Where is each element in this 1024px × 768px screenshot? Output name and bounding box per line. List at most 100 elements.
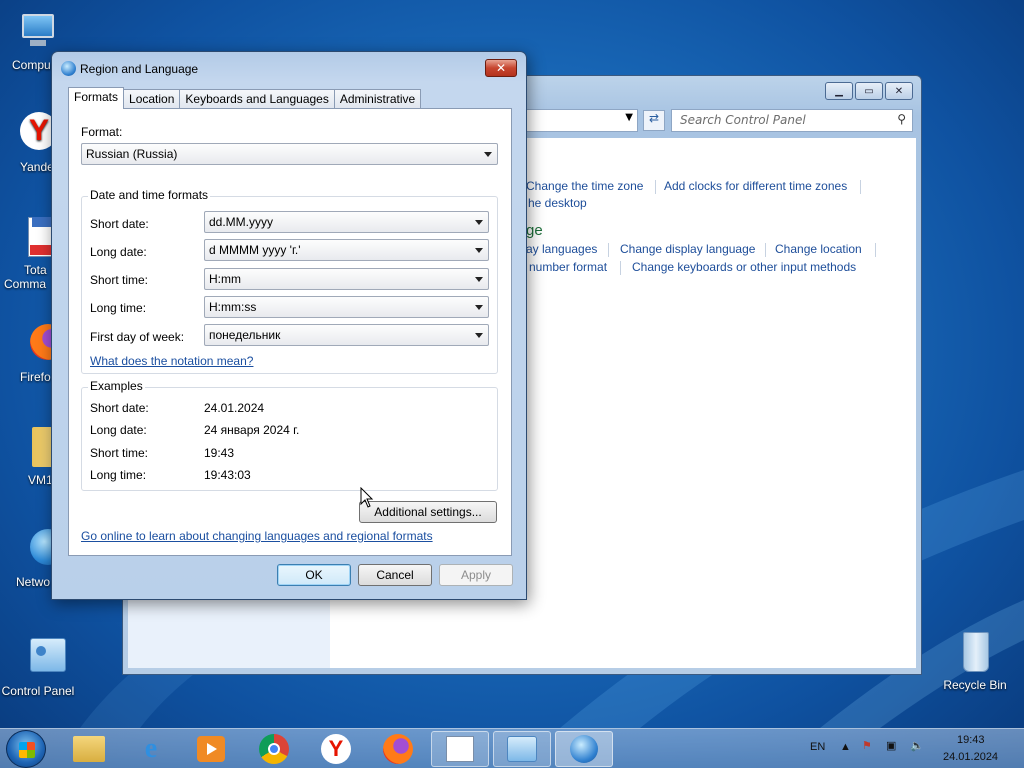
long-time-value: H:mm:ss xyxy=(209,300,257,314)
short-time-value: H:mm xyxy=(209,272,241,286)
region-language-dialog: Region and Language ✕ Formats Location K… xyxy=(51,51,527,600)
chevron-down-icon xyxy=(475,333,483,338)
close-icon: ✕ xyxy=(495,61,507,75)
action-center-icon[interactable]: ⚑ xyxy=(862,739,872,752)
tab-administrative[interactable]: Administrative xyxy=(333,89,422,109)
tab-formats[interactable]: Formats xyxy=(68,87,125,109)
example-long-time-value: 19:43:03 xyxy=(204,468,251,482)
link-separator xyxy=(860,180,861,194)
refresh-icon: ⇄ xyxy=(648,111,660,125)
group-title: Examples xyxy=(88,379,145,393)
dialog-title: Region and Language xyxy=(80,62,199,76)
desktop-icon-control-panel[interactable]: Control Panel xyxy=(0,636,76,698)
minimize-icon: ▁ xyxy=(835,85,843,97)
notation-help-link[interactable]: What does the notation mean? xyxy=(90,354,253,368)
recycle-bin-icon xyxy=(953,630,997,674)
taskbar-control-panel[interactable] xyxy=(493,731,551,767)
example-short-date-label: Short date: xyxy=(90,401,149,415)
dialog-close-button[interactable]: ✕ xyxy=(485,59,517,77)
network-icon[interactable]: ▣ xyxy=(886,739,896,752)
desktop-icon-label: Recycle Bin xyxy=(943,678,1007,692)
example-short-time-value: 19:43 xyxy=(204,446,235,460)
short-time-select[interactable]: H:mm xyxy=(204,268,489,290)
link-separator xyxy=(620,261,621,275)
desktop-icon-recycle-bin[interactable]: Recycle Bin xyxy=(937,630,1013,692)
refresh-button[interactable]: ⇄ xyxy=(643,110,665,131)
close-button[interactable]: ✕ xyxy=(885,82,913,100)
short-time-label: Short time: xyxy=(90,273,149,287)
taskbar-media-player[interactable] xyxy=(182,731,240,767)
example-short-date-value: 24.01.2024 xyxy=(204,401,265,415)
taskbar-calendar-app[interactable] xyxy=(431,731,489,767)
mouse-cursor-icon xyxy=(360,487,374,508)
control-panel-icon xyxy=(16,636,66,680)
online-languages-link[interactable]: Go online to learn about changing langua… xyxy=(81,529,433,543)
close-icon: ✕ xyxy=(894,85,904,97)
additional-settings-button[interactable]: Additional settings... xyxy=(359,501,497,523)
link-display-languages[interactable]: ay languages xyxy=(526,242,597,256)
yandex-icon: Y xyxy=(321,734,351,764)
link-number-format[interactable]: number format xyxy=(529,260,607,274)
clock-time[interactable]: 19:43 xyxy=(957,734,985,746)
format-select[interactable]: Russian (Russia) xyxy=(81,143,498,165)
chevron-up-icon: ▲ xyxy=(840,741,851,753)
volume-muted-icon[interactable]: 🔈 xyxy=(910,739,924,752)
chevron-down-icon xyxy=(475,248,483,253)
taskbar-chrome[interactable] xyxy=(245,731,303,767)
maximize-button[interactable]: ▭ xyxy=(855,82,883,100)
long-time-select[interactable]: H:mm:ss xyxy=(204,296,489,318)
chevron-down-icon: ▼ xyxy=(625,112,633,123)
first-day-select[interactable]: понедельник xyxy=(204,324,489,346)
link-separator xyxy=(655,180,656,194)
link-separator xyxy=(608,243,609,257)
link-change-location[interactable]: Change location xyxy=(775,242,862,256)
link-change-keyboards[interactable]: Change keyboards or other input methods xyxy=(632,260,856,274)
first-day-label: First day of week: xyxy=(90,330,185,344)
link-change-time-zone[interactable]: Change the time zone xyxy=(526,179,643,193)
link-desktop[interactable]: he desktop xyxy=(528,196,587,210)
media-player-icon xyxy=(197,736,225,762)
long-date-select[interactable]: d MMMM yyyy 'г.' xyxy=(204,239,489,261)
example-long-date-label: Long date: xyxy=(90,423,147,437)
folder-icon xyxy=(73,736,105,762)
chevron-down-icon xyxy=(475,277,483,282)
taskbar: e Y EN ▲ ⚑ ▣ 🔈 19:43 24.01.2024 xyxy=(0,728,1024,768)
minimize-button[interactable]: ▁ xyxy=(825,82,853,100)
taskbar-yandex[interactable]: Y xyxy=(307,731,365,767)
category-heading-region[interactable]: ge xyxy=(526,222,543,239)
search-input[interactable]: Search Control Panel ⚲ xyxy=(671,109,913,132)
clock-date[interactable]: 24.01.2024 xyxy=(943,751,998,763)
short-date-value: dd.MM.yyyy xyxy=(209,215,274,229)
chevron-down-icon xyxy=(475,305,483,310)
link-add-clocks[interactable]: Add clocks for different time zones xyxy=(664,179,847,193)
short-date-label: Short date: xyxy=(90,217,149,231)
start-button[interactable] xyxy=(6,730,46,768)
group-title: Date and time formats xyxy=(88,188,211,202)
taskbar-region-language[interactable] xyxy=(555,731,613,767)
taskbar-internet-explorer[interactable]: e xyxy=(122,731,180,767)
example-long-date-value: 24 января 2024 г. xyxy=(204,423,300,437)
tab-keyboards-languages[interactable]: Keyboards and Languages xyxy=(179,89,335,109)
first-day-value: понедельник xyxy=(209,328,281,342)
apply-button[interactable]: Apply xyxy=(439,564,513,586)
search-placeholder: Search Control Panel xyxy=(680,113,806,127)
show-hidden-icons-button[interactable]: ▲ xyxy=(840,741,851,753)
example-short-time-label: Short time: xyxy=(90,446,149,460)
cancel-button[interactable]: Cancel xyxy=(358,564,432,586)
link-change-display-language[interactable]: Change display language xyxy=(620,242,755,256)
taskbar-explorer[interactable] xyxy=(60,731,118,767)
link-separator xyxy=(765,243,766,257)
restore-icon: ▭ xyxy=(864,85,874,97)
desktop-icon-label: Control Panel xyxy=(1,684,75,698)
short-date-select[interactable]: dd.MM.yyyy xyxy=(204,211,489,233)
format-select-value: Russian (Russia) xyxy=(86,147,178,161)
control-panel-icon xyxy=(507,736,537,762)
tab-strip: Formats Location Keyboards and Languages… xyxy=(68,87,422,109)
language-indicator[interactable]: EN xyxy=(810,741,825,753)
ok-button[interactable]: OK xyxy=(277,564,351,586)
chrome-icon xyxy=(259,734,289,764)
tab-location[interactable]: Location xyxy=(123,89,181,109)
formats-panel: Format: Russian (Russia) Date and time f… xyxy=(68,108,512,556)
taskbar-firefox[interactable] xyxy=(369,731,427,767)
address-bar[interactable]: ▼ xyxy=(518,109,638,132)
